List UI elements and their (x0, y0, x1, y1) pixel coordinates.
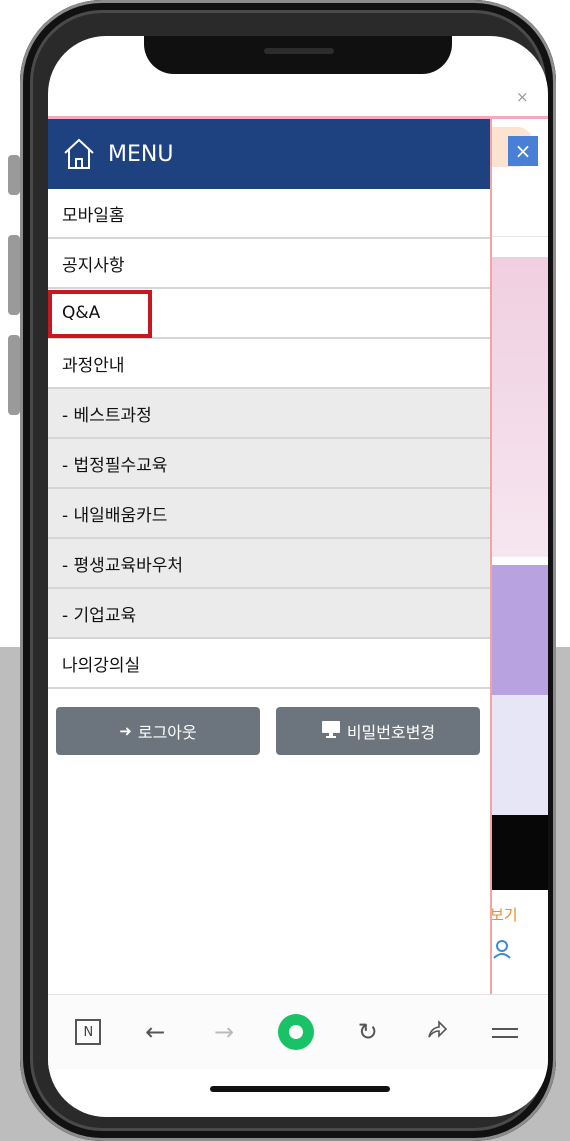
logout-button[interactable]: ➜ 로그아웃 (56, 707, 260, 755)
menu-item-course-info[interactable]: 과정안내 (48, 339, 490, 389)
menu-item-learning-card[interactable]: - 내일배움카드 (48, 489, 490, 539)
change-password-button[interactable]: 비밀번호변경 (276, 707, 480, 755)
menu-item-best-course[interactable]: - 베스트과정 (48, 389, 490, 439)
browser-bottom-nav: N ← → ↻ (48, 994, 548, 1069)
menu-item-notice[interactable]: 공지사항 (48, 239, 490, 289)
see-more-link[interactable]: 보기 (490, 904, 518, 925)
background-page: 보기 (490, 119, 548, 1019)
change-password-label: 비밀번호변경 (346, 723, 436, 742)
green-home-button[interactable] (277, 1014, 314, 1050)
forward-arrow-icon[interactable]: → (209, 1018, 239, 1046)
menu-item-my-classroom[interactable]: 나의강의실 (48, 639, 490, 689)
monitor-icon (321, 720, 341, 742)
menu-item-lifelong-voucher[interactable]: - 평생교육바우처 (48, 539, 490, 589)
home-indicator (210, 1086, 390, 1092)
menu-header: MENU (48, 119, 490, 189)
volume-down-button (8, 335, 20, 415)
reload-icon[interactable]: ↻ (353, 1018, 383, 1046)
menu-item-mandatory-education[interactable]: - 법정필수교육 (48, 439, 490, 489)
window-close-icon[interactable]: × (516, 88, 529, 106)
menu-lines-icon[interactable] (490, 1018, 520, 1046)
menu-item-mobile-home[interactable]: 모바일홈 (48, 189, 490, 239)
logout-label: 로그아웃 (137, 723, 197, 742)
menu-close-button[interactable]: × (508, 136, 538, 166)
person-icon[interactable] (492, 939, 512, 964)
logout-icon: ➜ (119, 722, 132, 740)
volume-up-button (8, 235, 20, 315)
qa-highlight-box (48, 290, 152, 338)
background-banner (490, 257, 548, 557)
notch (144, 36, 452, 74)
side-menu: MENU 모바일홈 공지사항 Q&A 과정안내 - 베스트과정 - 법정필수교육… (48, 119, 492, 994)
share-icon[interactable] (422, 1017, 452, 1047)
phone-screen: × 보기 MENU 모바일홈 공지사항 Q&A 과정안내 - 베스트과정 - 법… (48, 36, 548, 1117)
home-icon[interactable] (62, 137, 96, 171)
back-arrow-icon[interactable]: ← (140, 1018, 170, 1046)
n-icon[interactable]: N (75, 1019, 102, 1045)
menu-item-corporate-education[interactable]: - 기업교육 (48, 589, 490, 639)
menu-title: MENU (108, 141, 174, 167)
menu-buttons: ➜ 로그아웃 비밀번호변경 (56, 707, 480, 755)
side-button (8, 155, 20, 195)
